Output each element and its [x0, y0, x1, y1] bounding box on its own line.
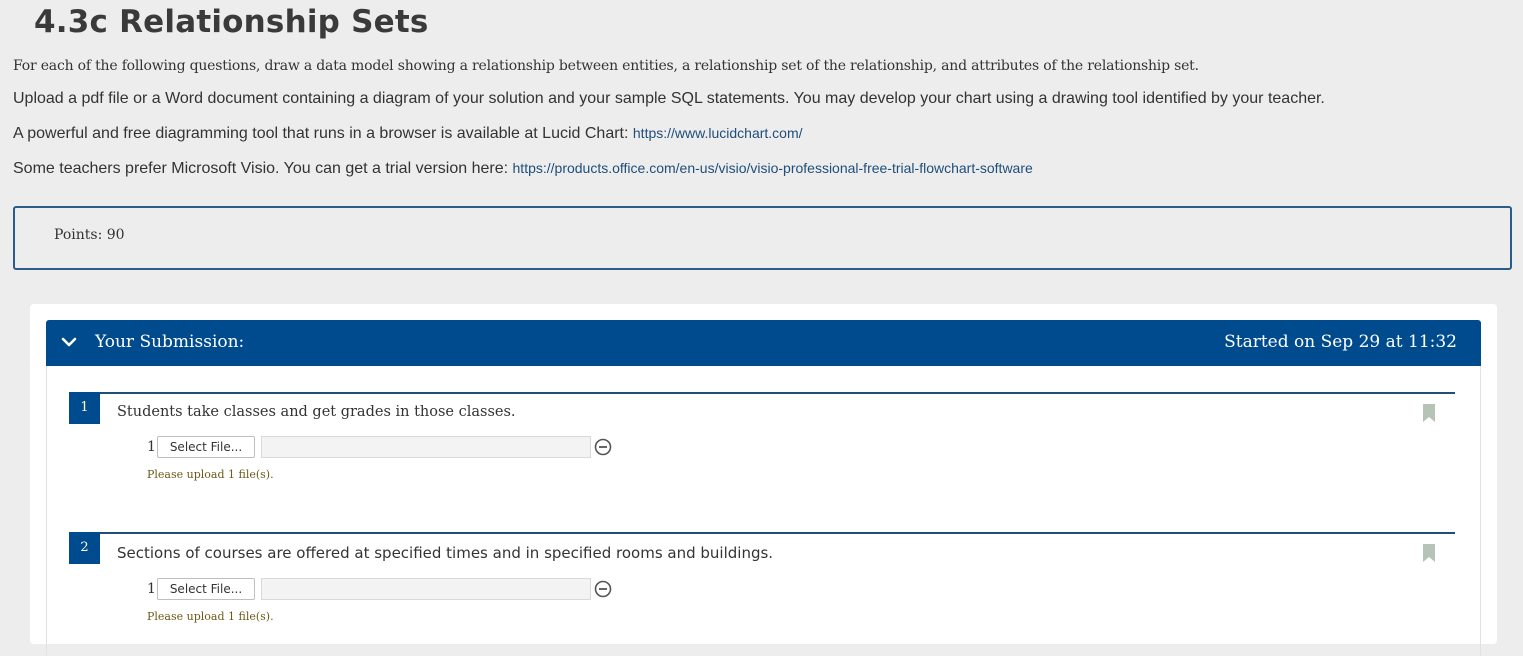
question-text: Students take classes and get grades in … [117, 404, 516, 420]
points-value: 90 [106, 227, 125, 243]
minus-circle-icon[interactable] [594, 438, 612, 456]
submission-card: Your Submission: Started on Sep 29 at 11… [30, 304, 1497, 656]
points-box: Points: 90 [13, 206, 1512, 270]
question-text: Sections of courses are offered at speci… [117, 544, 774, 562]
question-1: 1 Students take classes and get grades i… [69, 392, 1455, 512]
select-file-button[interactable]: Select File... [157, 436, 255, 458]
visio-line: Some teachers prefer Microsoft Visio. Yo… [13, 160, 1033, 178]
question-number: 2 [69, 532, 100, 564]
visio-link[interactable]: https://products.office.com/en-us/visio/… [513, 160, 1033, 176]
instructions-text: For each of the following questions, dra… [13, 58, 1199, 74]
minus-circle-icon[interactable] [594, 580, 612, 598]
upload-note: Upload a pdf file or a Word document con… [13, 90, 1325, 107]
chevron-down-icon[interactable] [60, 333, 78, 351]
file-name-field[interactable] [261, 436, 591, 458]
select-file-button[interactable]: Select File... [157, 578, 255, 600]
upload-hint: Please upload 1 file(s). [147, 468, 274, 481]
submission-body: 1 Students take classes and get grades i… [46, 366, 1481, 656]
started-timestamp: Started on Sep 29 at 11:32 [1224, 332, 1457, 352]
lucid-chart-line: A powerful and free diagramming tool tha… [13, 125, 803, 143]
upload-index: 1 [147, 581, 156, 597]
lucid-chart-text: A powerful and free diagramming tool tha… [13, 125, 633, 142]
points-label: Points: [54, 227, 103, 243]
page-title: 4.3c Relationship Sets [34, 4, 429, 40]
bookmark-icon[interactable] [1423, 544, 1435, 562]
submission-title: Your Submission: [95, 332, 245, 352]
visio-text: Some teachers prefer Microsoft Visio. Yo… [13, 160, 513, 177]
submission-header[interactable]: Your Submission: Started on Sep 29 at 11… [46, 320, 1481, 366]
upload-index: 1 [147, 439, 156, 455]
lucid-chart-link[interactable]: https://www.lucidchart.com/ [633, 125, 803, 141]
question-2: 2 Sections of courses are offered at spe… [69, 532, 1455, 652]
bookmark-icon[interactable] [1423, 404, 1435, 422]
question-divider [69, 392, 1455, 394]
question-divider [69, 532, 1455, 534]
question-number: 1 [69, 392, 100, 424]
points-text: Points: 90 [54, 227, 125, 243]
upload-hint: Please upload 1 file(s). [147, 610, 274, 623]
file-name-field[interactable] [261, 578, 591, 600]
